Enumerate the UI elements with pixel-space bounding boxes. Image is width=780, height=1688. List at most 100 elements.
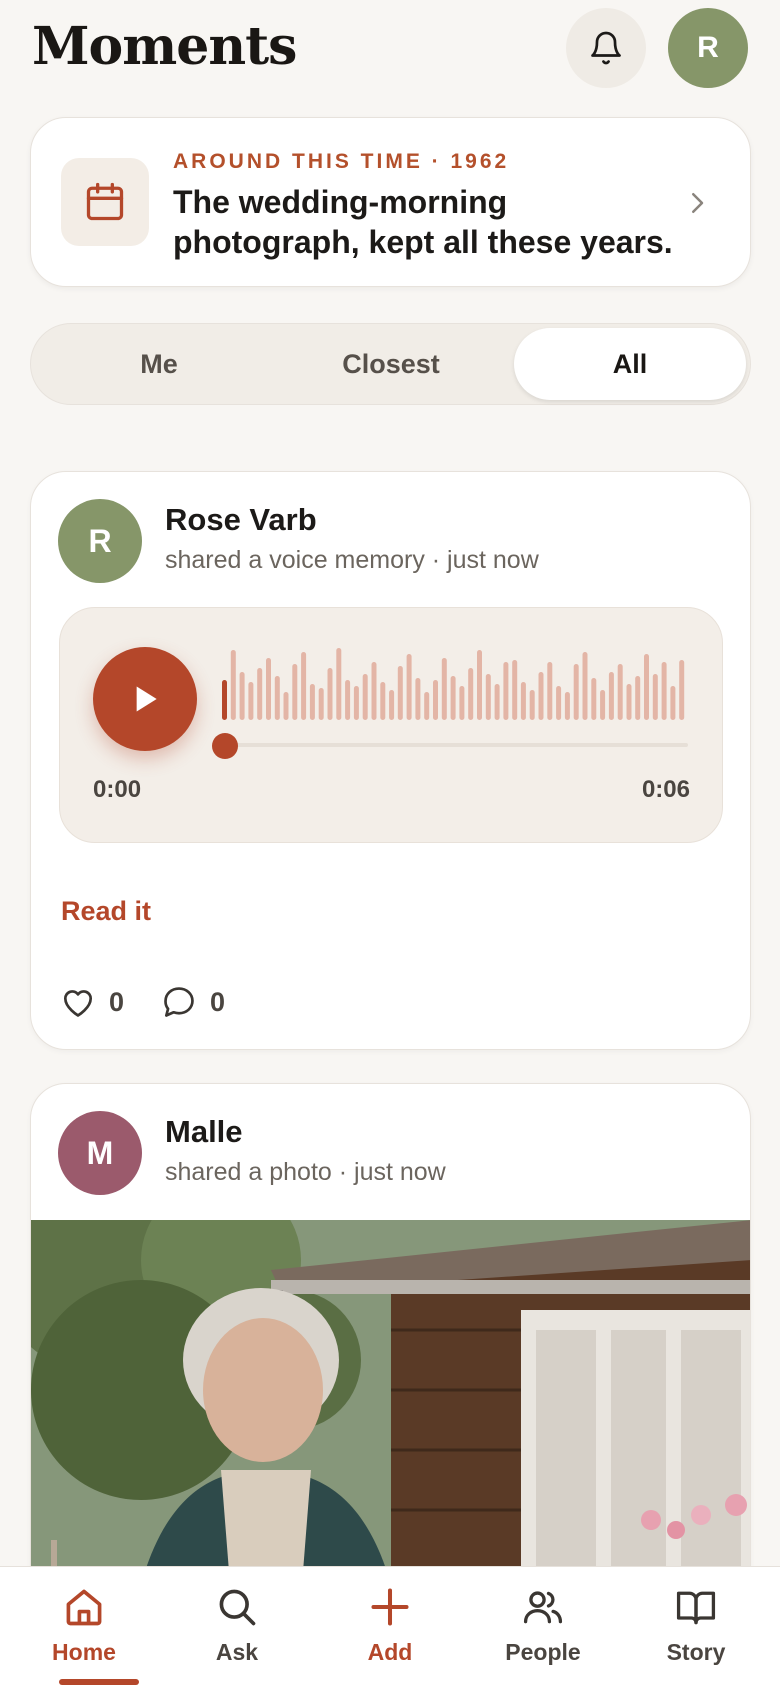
nav-home[interactable]: Home [14, 1567, 154, 1688]
waveform-bar [292, 664, 298, 720]
voice-player: 0:00 0:06 [59, 607, 723, 843]
notifications-button[interactable] [566, 8, 646, 88]
chevron-right-icon [692, 193, 704, 213]
book-icon [676, 1591, 716, 1625]
waveform-bar [652, 674, 658, 720]
waveform[interactable] [222, 648, 688, 720]
waveform-bar [336, 648, 342, 720]
time-duration: 0:06 [641, 776, 690, 803]
feed-filter: Me Closest All [30, 323, 751, 405]
waveform-bar [353, 686, 359, 720]
page-title: Moments [32, 16, 297, 77]
nav-people[interactable]: People [473, 1567, 613, 1688]
waveform-bar [494, 684, 500, 720]
waveform-bar [520, 682, 526, 720]
waveform-bar [424, 692, 430, 720]
nav-label: Story [666, 1639, 726, 1665]
waveform-bar [274, 676, 280, 720]
memory-text: The wedding-morning photograph, kept all… [173, 184, 673, 260]
waveform-bar [345, 680, 351, 720]
tab-closest[interactable]: Closest [275, 328, 507, 400]
like-count: 0 [109, 986, 125, 1017]
waveform-bar [679, 660, 685, 720]
play-button[interactable] [93, 647, 197, 751]
waveform-bar [266, 658, 271, 720]
comment-icon [164, 987, 194, 1017]
waveform-bar [538, 672, 544, 720]
waveform-bar [222, 680, 227, 720]
waveform-bar [248, 682, 254, 720]
waveform-bar [327, 668, 333, 720]
header: Moments R [0, 0, 780, 100]
avatar[interactable]: M [58, 1111, 142, 1195]
people-icon [523, 1591, 563, 1624]
post-meta: shared a voice memory · just now [165, 546, 539, 574]
waveform-bar [600, 690, 606, 720]
waveform-bar [397, 666, 403, 720]
avatar-initial: R [697, 31, 719, 64]
waveform-bar [301, 652, 307, 720]
waveform-bar [626, 684, 632, 720]
waveform-bar [564, 692, 570, 720]
waveform-bar [230, 650, 236, 720]
waveform-bar [591, 678, 597, 720]
waveform-bar [389, 690, 395, 720]
reactions: 0 0 [59, 982, 261, 1022]
progress-handle[interactable] [212, 733, 238, 759]
avatar[interactable]: R [58, 499, 142, 583]
waveform-bar [661, 662, 667, 720]
nav-ask[interactable]: Ask [167, 1567, 307, 1688]
waveform-bar [318, 688, 324, 720]
nav-label: Home [52, 1639, 116, 1665]
waveform-bar [441, 658, 447, 720]
waveform-bar [547, 662, 553, 720]
waveform-bar [450, 676, 456, 720]
avatar-initial: M [86, 1134, 114, 1171]
waveform-bar [556, 686, 562, 720]
waveform-bar [239, 672, 245, 720]
progress-track[interactable] [222, 743, 688, 747]
waveform-bar [362, 674, 368, 720]
waveform-bar [617, 664, 623, 720]
play-icon [136, 686, 157, 712]
waveform-bar [644, 654, 649, 720]
nav-story[interactable]: Story [626, 1567, 766, 1688]
post-meta: shared a photo · just now [165, 1158, 446, 1186]
read-it-link[interactable]: Read it [61, 896, 151, 927]
active-indicator [59, 1679, 139, 1685]
calendar-icon [86, 182, 124, 221]
waveform-bar [529, 690, 535, 720]
waveform-bar [433, 680, 438, 720]
waveform-bar [477, 650, 482, 720]
nav-label: Ask [215, 1639, 259, 1665]
waveform-bar [635, 676, 641, 720]
waveform-bar [670, 686, 676, 720]
nav-label: People [505, 1639, 581, 1665]
plus-icon [371, 1588, 409, 1626]
waveform-bar [283, 692, 289, 720]
waveform-bar [415, 678, 421, 720]
nav-label: Add [367, 1639, 413, 1665]
memory-prompt-card[interactable]: AROUND THIS TIME · 1962 The wedding-morn… [30, 117, 751, 287]
memory-icon-box [61, 158, 149, 246]
nav-add[interactable]: Add [320, 1567, 460, 1688]
post-card: R Rose Varb shared a voice memory · just… [30, 471, 751, 1050]
waveform-bar [582, 652, 588, 720]
heart-icon [63, 990, 93, 1017]
comment-button[interactable]: 0 [160, 983, 225, 1021]
avatar-initial: R [88, 522, 112, 559]
time-current: 0:00 [93, 776, 142, 803]
waveform-bar [257, 668, 263, 720]
profile-avatar-button[interactable]: R [668, 8, 748, 88]
tab-all[interactable]: All [514, 328, 746, 400]
memory-eyebrow: AROUND THIS TIME · 1962 [173, 150, 510, 173]
waveform-bar [406, 654, 412, 720]
like-button[interactable]: 0 [59, 983, 124, 1021]
waveform-bar [459, 686, 465, 720]
tab-me[interactable]: Me [43, 328, 275, 400]
waveform-bar [371, 662, 377, 720]
post-author[interactable]: Rose Varb [165, 502, 317, 538]
post-author[interactable]: Malle [165, 1114, 243, 1150]
waveform-bar [468, 668, 474, 720]
waveform-bar [608, 672, 614, 720]
